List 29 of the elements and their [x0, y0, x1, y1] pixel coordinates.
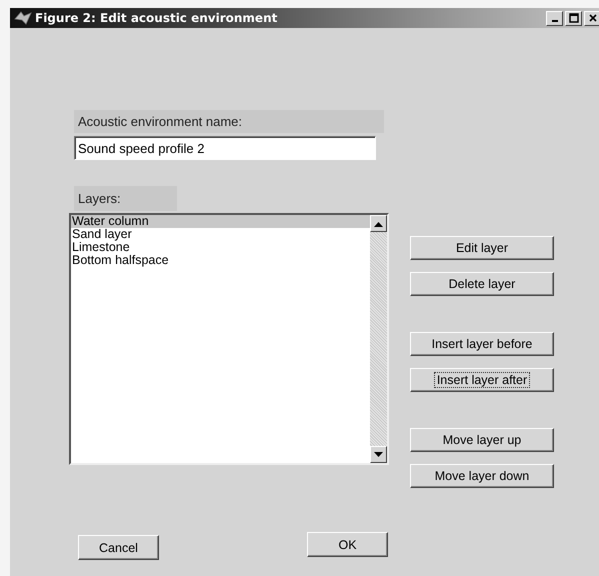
- list-item[interactable]: Limestone: [71, 241, 370, 254]
- down-arrow-icon: [374, 452, 383, 458]
- list-item[interactable]: Bottom halfspace: [71, 254, 370, 267]
- list-item[interactable]: Sand layer: [71, 228, 370, 241]
- window-title: Figure 2: Edit acoustic environment: [35, 11, 278, 25]
- name-field[interactable]: Sound speed profile 2: [74, 136, 376, 160]
- close-button[interactable]: [584, 10, 599, 26]
- app-icon: [14, 10, 32, 26]
- action-button[interactable]: Delete layer: [410, 272, 554, 296]
- action-button[interactable]: Insert layer before: [410, 332, 554, 356]
- action-button[interactable]: Move layer up: [410, 428, 554, 452]
- maximize-button[interactable]: [565, 10, 582, 26]
- minimize-button[interactable]: [546, 10, 563, 26]
- scroll-down-button[interactable]: [370, 446, 387, 463]
- up-arrow-icon: [374, 220, 383, 226]
- layer-list[interactable]: Water column Sand layer Limestone Bottom halfspace: [69, 213, 389, 465]
- field-label: Acoustic environment name:: [74, 110, 384, 133]
- list-label: Layers:: [74, 186, 177, 211]
- close-icon: [588, 13, 598, 23]
- action-button[interactable]: Insert layer after: [410, 368, 554, 392]
- scroll-up-button[interactable]: [370, 215, 387, 232]
- maximize-icon: [568, 13, 578, 23]
- dialog-button[interactable]: Cancel: [78, 535, 159, 560]
- list-item[interactable]: Water column: [71, 215, 370, 228]
- dialog-button[interactable]: OK: [307, 532, 388, 557]
- action-button[interactable]: Edit layer: [410, 236, 554, 260]
- action-button[interactable]: Move layer down: [410, 464, 554, 488]
- minimize-icon: [552, 20, 558, 22]
- scrollbar[interactable]: [370, 215, 387, 463]
